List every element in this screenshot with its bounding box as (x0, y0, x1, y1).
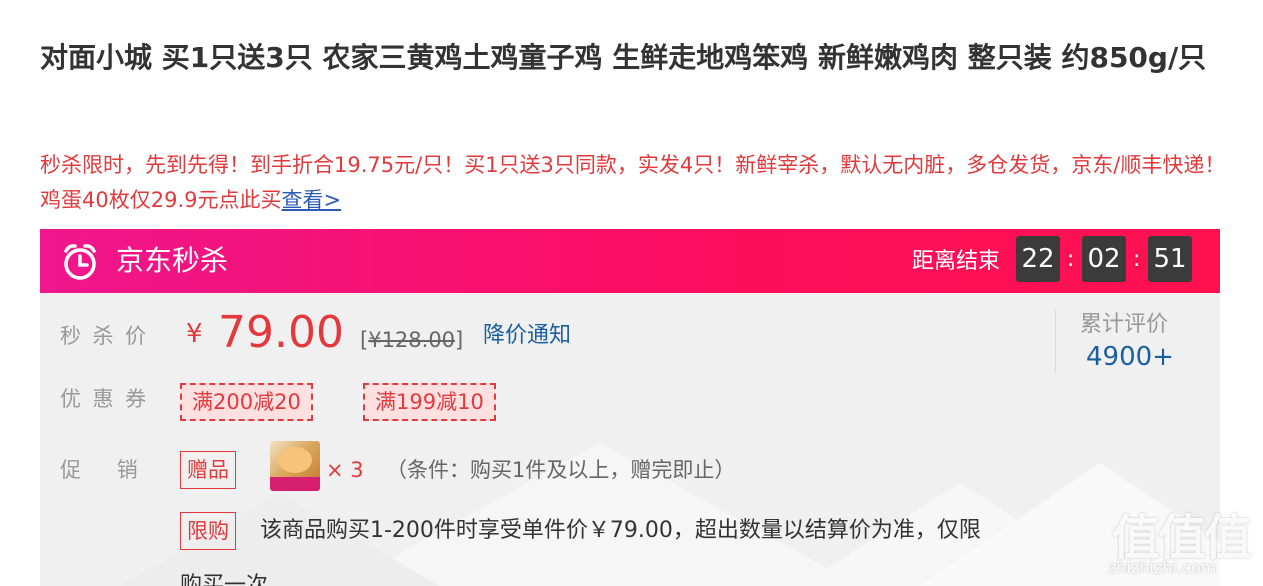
promo-text: 秒杀限时，先到先得！到手折合19.75元/只！买1只送3只同款，实发4只！新鲜宰… (40, 148, 1230, 218)
countdown-separator: : (1133, 247, 1141, 272)
promotion-label: 促销 (60, 458, 174, 482)
gift-tag: 赠品 (180, 451, 236, 489)
gift-condition: （条件：购买1件及以上，赠完即止） (386, 458, 736, 482)
gift-image-ribbon (270, 477, 320, 491)
gift-product-thumbnail[interactable] (270, 441, 320, 491)
bracket-close: ] (455, 328, 464, 352)
site-watermark: 值值值 zhizhizhi.com (1106, 498, 1256, 586)
promo-view-link[interactable]: 查看> (281, 188, 341, 212)
watermark-url: zhizhizhi.com (1108, 558, 1217, 577)
seckill-banner: 京东秒杀 距离结束 22 : 02 : 51 (40, 229, 1220, 293)
original-price-value: ¥128.00 (368, 328, 456, 352)
limit-purchase-text: 该商品购买1-200件时享受单件价￥79.00，超出数量以结算价为准，仅限 (260, 518, 981, 543)
reviews-label: 累计评价 (1080, 312, 1169, 337)
limit-tag: 限购 (180, 512, 236, 550)
countdown-label: 距离结束 (912, 249, 1001, 274)
countdown-seconds: 51 (1148, 236, 1192, 282)
countdown-separator: : (1067, 247, 1075, 272)
product-title: 对面小城 买1只送3只 农家三黄鸡土鸡童子鸡 生鲜走地鸡笨鸡 新鲜嫩鸡肉 整只装… (40, 41, 1207, 74)
coupon-200-minus-20[interactable]: 满200减20 (180, 383, 313, 421)
alarm-clock-icon (64, 244, 96, 280)
divider (1055, 309, 1056, 373)
limit-purchase-text-continued: 购买一次 (180, 573, 269, 586)
countdown-minutes: 02 (1082, 236, 1126, 282)
promo-message: 秒杀限时，先到先得！到手折合19.75元/只！买1只送3只同款，实发4只！新鲜宰… (40, 153, 1226, 212)
seckill-price: 79.00 (218, 307, 344, 358)
bracket-open: [ (360, 328, 369, 352)
reviews-count[interactable]: 4900+ (1086, 341, 1174, 373)
coupon-label: 优惠券 (60, 387, 158, 411)
gift-image-shape (278, 447, 312, 473)
countdown-hours: 22 (1016, 236, 1060, 282)
price-panel: 秒杀价 ¥ 79.00 [¥128.00] 降价通知 累计评价 4900+ 优惠… (40, 293, 1220, 586)
gift-quantity: × 3 (326, 458, 364, 482)
price-currency: ¥ (186, 319, 203, 349)
coupon-199-minus-10[interactable]: 满199减10 (363, 383, 496, 421)
price-drop-notify-link[interactable]: 降价通知 (483, 321, 571, 351)
original-price: [¥128.00] (360, 325, 463, 355)
price-label: 秒杀价 (60, 324, 158, 348)
seckill-title: 京东秒杀 (116, 244, 229, 277)
